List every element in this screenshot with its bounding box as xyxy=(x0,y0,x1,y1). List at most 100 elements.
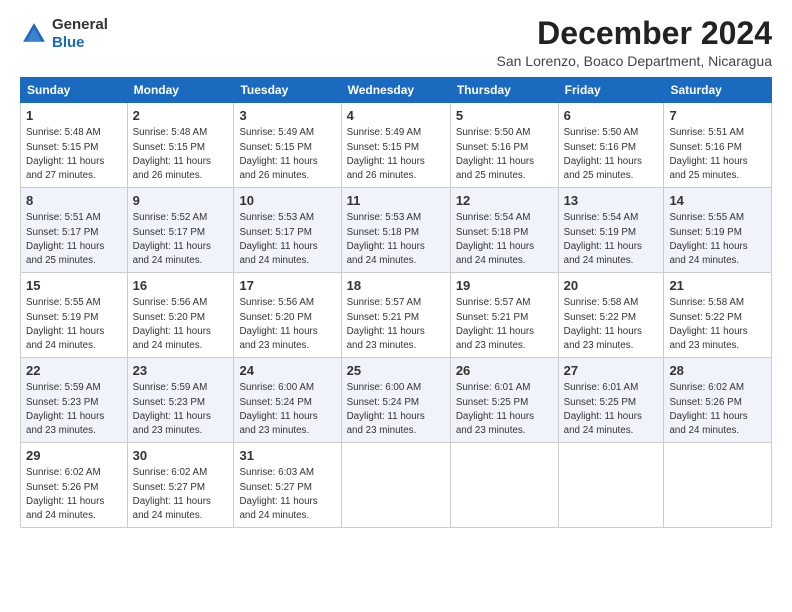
month-title: December 2024 xyxy=(497,16,773,51)
table-row: 8Sunrise: 5:51 AM Sunset: 5:17 PM Daylig… xyxy=(21,188,128,273)
day-info: Sunrise: 6:03 AM Sunset: 5:27 PM Dayligh… xyxy=(239,466,335,523)
day-number: 2 xyxy=(133,107,229,125)
table-row xyxy=(341,443,450,528)
day-info: Sunrise: 6:02 AM Sunset: 5:26 PM Dayligh… xyxy=(26,466,122,523)
day-number: 17 xyxy=(239,277,335,295)
day-info: Sunrise: 5:58 AM Sunset: 5:22 PM Dayligh… xyxy=(564,296,659,353)
table-row: 15Sunrise: 5:55 AM Sunset: 5:19 PM Dayli… xyxy=(21,273,128,358)
table-row: 22Sunrise: 5:59 AM Sunset: 5:23 PM Dayli… xyxy=(21,358,128,443)
day-info: Sunrise: 5:49 AM Sunset: 5:15 PM Dayligh… xyxy=(239,126,335,183)
header-monday: Monday xyxy=(127,78,234,103)
table-row: 25Sunrise: 6:00 AM Sunset: 5:24 PM Dayli… xyxy=(341,358,450,443)
table-row: 29Sunrise: 6:02 AM Sunset: 5:26 PM Dayli… xyxy=(21,443,128,528)
day-number: 31 xyxy=(239,447,335,465)
day-number: 13 xyxy=(564,192,659,210)
header-sunday: Sunday xyxy=(21,78,128,103)
day-number: 29 xyxy=(26,447,122,465)
table-row: 27Sunrise: 6:01 AM Sunset: 5:25 PM Dayli… xyxy=(558,358,664,443)
table-row: 12Sunrise: 5:54 AM Sunset: 5:18 PM Dayli… xyxy=(450,188,558,273)
table-row: 11Sunrise: 5:53 AM Sunset: 5:18 PM Dayli… xyxy=(341,188,450,273)
calendar-week-1: 1 Sunrise: 5:48 AM Sunset: 5:15 PM Daylig… xyxy=(21,103,772,188)
day-info: Sunrise: 6:02 AM Sunset: 5:27 PM Dayligh… xyxy=(133,466,229,523)
table-row: 21Sunrise: 5:58 AM Sunset: 5:22 PM Dayli… xyxy=(664,273,772,358)
day-number: 27 xyxy=(564,362,659,380)
day-info: Sunrise: 5:57 AM Sunset: 5:21 PM Dayligh… xyxy=(347,296,445,353)
day-number: 6 xyxy=(564,107,659,125)
table-row: 2Sunrise: 5:48 AM Sunset: 5:15 PM Daylig… xyxy=(127,103,234,188)
table-row: 26Sunrise: 6:01 AM Sunset: 5:25 PM Dayli… xyxy=(450,358,558,443)
logo-icon xyxy=(20,20,48,48)
day-number: 4 xyxy=(347,107,445,125)
table-row: 31Sunrise: 6:03 AM Sunset: 5:27 PM Dayli… xyxy=(234,443,341,528)
day-number: 23 xyxy=(133,362,229,380)
table-row: 13Sunrise: 5:54 AM Sunset: 5:19 PM Dayli… xyxy=(558,188,664,273)
day-info: Sunrise: 5:58 AM Sunset: 5:22 PM Dayligh… xyxy=(669,296,766,353)
logo-general: General xyxy=(52,16,108,33)
calendar-week-4: 22Sunrise: 5:59 AM Sunset: 5:23 PM Dayli… xyxy=(21,358,772,443)
logo-text: General Blue xyxy=(52,16,108,52)
table-row: 6Sunrise: 5:50 AM Sunset: 5:16 PM Daylig… xyxy=(558,103,664,188)
day-info: Sunrise: 5:53 AM Sunset: 5:18 PM Dayligh… xyxy=(347,211,445,268)
header: General Blue December 2024 San Lorenzo, … xyxy=(20,16,772,69)
header-wednesday: Wednesday xyxy=(341,78,450,103)
table-row: 16Sunrise: 5:56 AM Sunset: 5:20 PM Dayli… xyxy=(127,273,234,358)
day-number: 30 xyxy=(133,447,229,465)
day-info: Sunrise: 5:54 AM Sunset: 5:19 PM Dayligh… xyxy=(564,211,659,268)
table-row: 18Sunrise: 5:57 AM Sunset: 5:21 PM Dayli… xyxy=(341,273,450,358)
table-row: 3Sunrise: 5:49 AM Sunset: 5:15 PM Daylig… xyxy=(234,103,341,188)
table-row: 5Sunrise: 5:50 AM Sunset: 5:16 PM Daylig… xyxy=(450,103,558,188)
day-info: Sunrise: 5:56 AM Sunset: 5:20 PM Dayligh… xyxy=(239,296,335,353)
calendar-header-row: Sunday Monday Tuesday Wednesday Thursday… xyxy=(21,78,772,103)
header-friday: Friday xyxy=(558,78,664,103)
day-info: Sunrise: 5:50 AM Sunset: 5:16 PM Dayligh… xyxy=(456,126,553,183)
day-info: Sunrise: 5:59 AM Sunset: 5:23 PM Dayligh… xyxy=(26,381,122,438)
logo: General Blue xyxy=(20,16,108,52)
header-thursday: Thursday xyxy=(450,78,558,103)
day-info: Sunrise: 5:51 AM Sunset: 5:16 PM Dayligh… xyxy=(669,126,766,183)
table-row: 20Sunrise: 5:58 AM Sunset: 5:22 PM Dayli… xyxy=(558,273,664,358)
day-info: Sunrise: 6:02 AM Sunset: 5:26 PM Dayligh… xyxy=(669,381,766,438)
day-info: Sunrise: 5:54 AM Sunset: 5:18 PM Dayligh… xyxy=(456,211,553,268)
day-info: Sunrise: 5:55 AM Sunset: 5:19 PM Dayligh… xyxy=(26,296,122,353)
subtitle: San Lorenzo, Boaco Department, Nicaragua xyxy=(497,53,773,69)
day-number: 28 xyxy=(669,362,766,380)
day-info: Sunrise: 5:50 AM Sunset: 5:16 PM Dayligh… xyxy=(564,126,659,183)
calendar: Sunday Monday Tuesday Wednesday Thursday… xyxy=(20,77,772,528)
day-number: 1 xyxy=(26,107,122,125)
table-row xyxy=(450,443,558,528)
calendar-week-3: 15Sunrise: 5:55 AM Sunset: 5:19 PM Dayli… xyxy=(21,273,772,358)
day-info: Sunrise: 5:55 AM Sunset: 5:19 PM Dayligh… xyxy=(669,211,766,268)
table-row: 23Sunrise: 5:59 AM Sunset: 5:23 PM Dayli… xyxy=(127,358,234,443)
day-number: 21 xyxy=(669,277,766,295)
calendar-week-5: 29Sunrise: 6:02 AM Sunset: 5:26 PM Dayli… xyxy=(21,443,772,528)
table-row: 17Sunrise: 5:56 AM Sunset: 5:20 PM Dayli… xyxy=(234,273,341,358)
day-info: Sunrise: 5:49 AM Sunset: 5:15 PM Dayligh… xyxy=(347,126,445,183)
logo-blue: Blue xyxy=(52,34,85,51)
day-info: Sunrise: 5:56 AM Sunset: 5:20 PM Dayligh… xyxy=(133,296,229,353)
day-number: 19 xyxy=(456,277,553,295)
calendar-week-2: 8Sunrise: 5:51 AM Sunset: 5:17 PM Daylig… xyxy=(21,188,772,273)
day-number: 5 xyxy=(456,107,553,125)
page: General Blue December 2024 San Lorenzo, … xyxy=(0,0,792,538)
header-tuesday: Tuesday xyxy=(234,78,341,103)
table-row: 10Sunrise: 5:53 AM Sunset: 5:17 PM Dayli… xyxy=(234,188,341,273)
table-row xyxy=(664,443,772,528)
day-number: 16 xyxy=(133,277,229,295)
day-info: Sunrise: 5:59 AM Sunset: 5:23 PM Dayligh… xyxy=(133,381,229,438)
title-block: December 2024 San Lorenzo, Boaco Departm… xyxy=(497,16,773,69)
day-number: 10 xyxy=(239,192,335,210)
table-row: 9Sunrise: 5:52 AM Sunset: 5:17 PM Daylig… xyxy=(127,188,234,273)
day-number: 14 xyxy=(669,192,766,210)
day-number: 7 xyxy=(669,107,766,125)
table-row xyxy=(558,443,664,528)
day-info: Sunrise: 5:48 AM Sunset: 5:15 PM Dayligh… xyxy=(133,126,229,183)
day-number: 15 xyxy=(26,277,122,295)
table-row: 4Sunrise: 5:49 AM Sunset: 5:15 PM Daylig… xyxy=(341,103,450,188)
table-row: 19Sunrise: 5:57 AM Sunset: 5:21 PM Dayli… xyxy=(450,273,558,358)
day-number: 24 xyxy=(239,362,335,380)
table-row: 24Sunrise: 6:00 AM Sunset: 5:24 PM Dayli… xyxy=(234,358,341,443)
day-info: Sunrise: 5:52 AM Sunset: 5:17 PM Dayligh… xyxy=(133,211,229,268)
day-number: 3 xyxy=(239,107,335,125)
table-row: 7Sunrise: 5:51 AM Sunset: 5:16 PM Daylig… xyxy=(664,103,772,188)
day-info: Sunrise: 5:51 AM Sunset: 5:17 PM Dayligh… xyxy=(26,211,122,268)
